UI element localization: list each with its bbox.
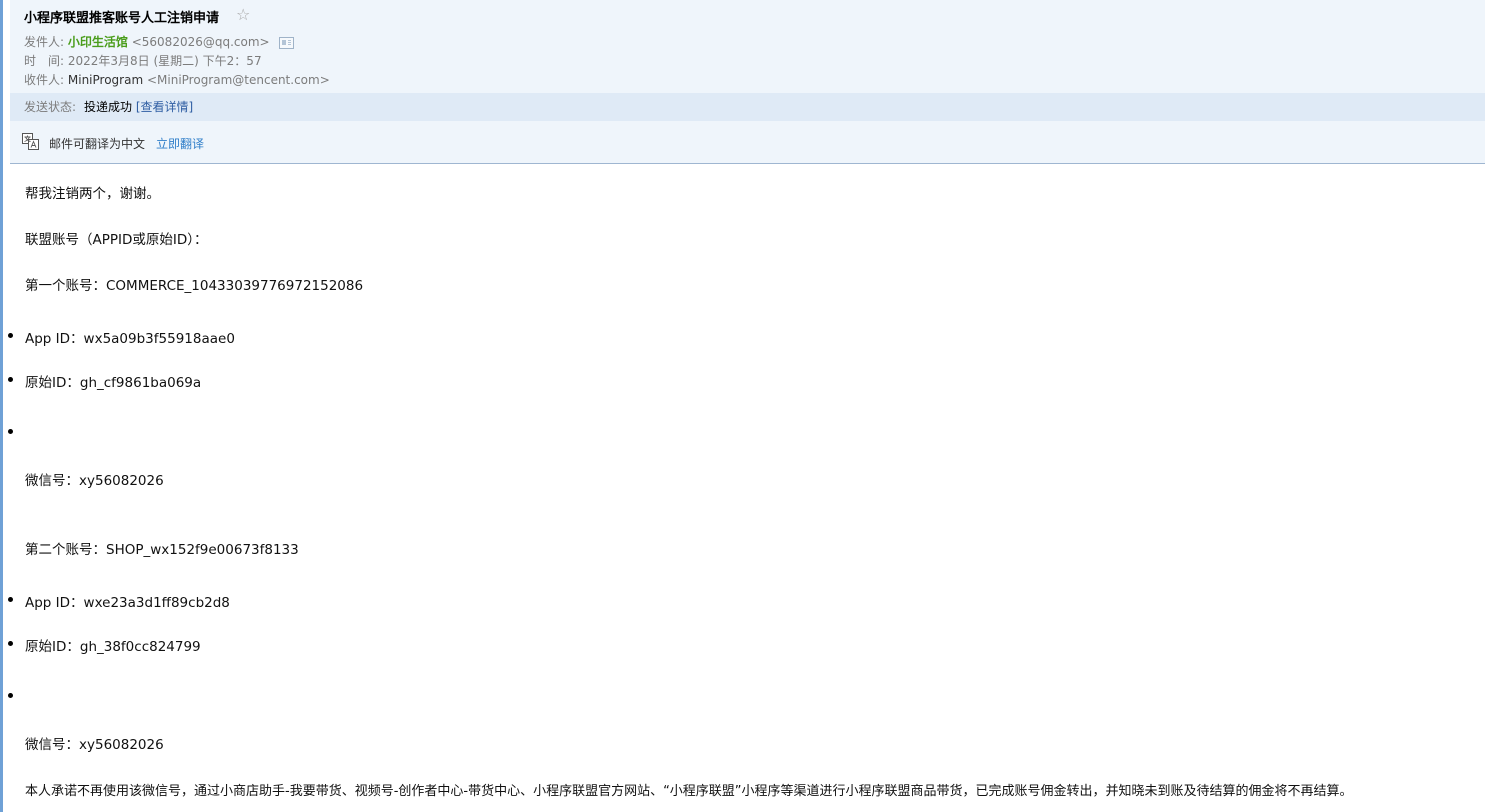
translate-label: 邮件可翻译为中文 [49,137,146,151]
list-bullet [8,429,13,434]
account2-label: 第二个账号：SHOP_wx152f9e00673f8133 [25,542,299,558]
left-border [0,0,3,812]
translate-icon [22,133,39,150]
email-header: 小程序联盟推客账号人工注销申请 ☆ 发件人: 小印生活馆 <56082026@q… [10,0,1485,93]
account2-wechat: 微信号：xy56082026 [25,737,164,753]
account2-origid: 原始ID：gh_38f0cc824799 [25,639,201,655]
commitment-statement: 本人承诺不再使用该微信号，通过小商店助手-我要带货、视频号-创作者中心-带货中心… [25,784,1353,799]
status-label: 发送状态: [24,100,77,114]
account1-label: 第一个账号：COMMERCE_10433039776972152086 [25,278,364,294]
list-bullet [8,377,13,382]
from-label: 发件人: [24,35,65,49]
list-bullet [8,597,13,602]
list-bullet [8,641,13,646]
account1-wechat: 微信号：xy56082026 [25,473,164,489]
delivery-status-bar: 发送状态: 投递成功 [查看详情] [10,93,1485,121]
time-value: 2022年3月8日 (星期二) 下午2：57 [67,54,262,68]
body-intro: 联盟账号（APPID或原始ID）： [25,232,208,248]
status-value: 投递成功 [84,100,133,114]
from-row: 发件人: 小印生活馆 <56082026@qq.com> [24,33,295,50]
email-subject: 小程序联盟推客账号人工注销申请 [24,11,220,26]
recipient-address: <MiniProgram@tencent.com> [146,73,330,87]
translate-bar: 邮件可翻译为中文 立即翻译 [10,121,1485,164]
contact-card-icon[interactable] [279,36,295,49]
time-row: 时 间: 2022年3月8日 (星期二) 下午2：57 [24,52,262,69]
body-greeting: 帮我注销两个，谢谢。 [25,186,160,202]
account1-appid: App ID：wx5a09b3f55918aae0 [25,331,235,347]
account2-appid: App ID：wxe23a3d1ff89cb2d8 [25,595,230,611]
status-value-group: 投递成功 [查看详情] [84,93,193,121]
to-row: 收件人: MiniProgram <MiniProgram@tencent.co… [24,71,330,88]
recipient-name[interactable]: MiniProgram [68,73,143,87]
list-bullet [8,693,13,698]
sender-name[interactable]: 小印生活馆 [68,35,128,49]
star-icon[interactable]: ☆ [236,5,250,24]
sender-address: <56082026@qq.com> [131,35,270,49]
account1-origid: 原始ID：gh_cf9861ba069a [25,375,202,391]
time-label: 时 间: [24,54,65,68]
view-details-link[interactable]: [查看详情] [136,100,193,114]
translate-now-link[interactable]: 立即翻译 [156,135,204,152]
list-bullet [8,333,13,338]
to-label: 收件人: [24,73,65,87]
